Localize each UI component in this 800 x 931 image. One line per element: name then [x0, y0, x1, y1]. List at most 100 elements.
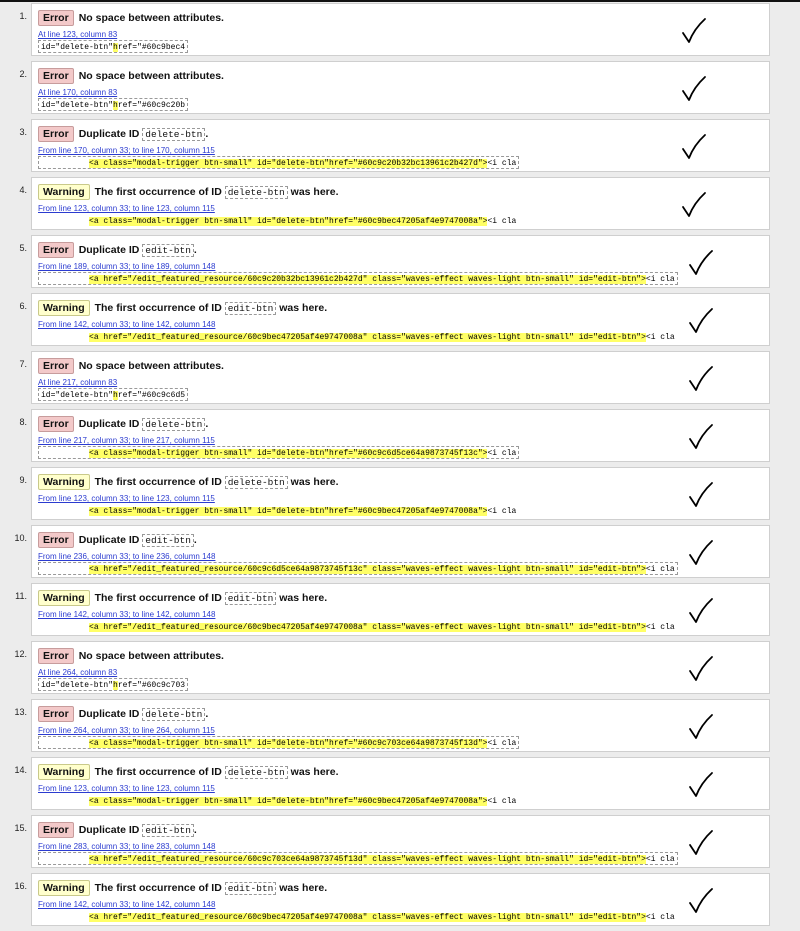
id-code-chip: delete-btn: [142, 707, 206, 721]
message-row: 6. Warning The first occurrence of ID edit…: [0, 293, 800, 351]
location-link[interactable]: From line 142, column 33; to line 142, c…: [38, 320, 215, 329]
message-prefix: Duplicate ID: [78, 244, 143, 256]
top-edge-bar: [0, 0, 800, 2]
message-card: Error Duplicate ID edit-btn. From line 189…: [31, 235, 770, 288]
message-number: 9.: [19, 475, 27, 485]
extract-text: id="delete-btn": [41, 43, 114, 52]
message-card: Error Duplicate ID delete-btn. From line 2…: [31, 409, 770, 462]
code-extract: <a href="/edit_featured_resource/60c9c20…: [38, 272, 678, 285]
extract-text: <i cla: [645, 565, 675, 574]
checkmark-icon: [688, 771, 714, 799]
extract-text: <i cla: [645, 913, 675, 922]
extract-highlight: <a class="modal-trigger btn-small" id="d…: [89, 449, 488, 458]
message-suffix: was here.: [276, 882, 328, 894]
checkmark-icon: [681, 133, 707, 161]
message-card: Warning The first occurrence of ID delete…: [31, 757, 770, 810]
message-card: Warning The first occurrence of ID edit-b…: [31, 583, 770, 636]
message-description: Duplicate ID delete-btn.: [79, 707, 208, 721]
extract-indent: [41, 623, 89, 632]
message-text: Error No space between attributes.: [38, 68, 224, 84]
extract-highlight: <a class="modal-trigger btn-small" id="d…: [89, 507, 488, 516]
message-number: 10.: [14, 533, 27, 543]
message-text: Error Duplicate ID edit-btn.: [38, 242, 197, 258]
location-link[interactable]: From line 217, column 33; to line 217, c…: [38, 436, 215, 445]
message-number: 3.: [19, 127, 27, 137]
id-code-chip: edit-btn: [224, 301, 277, 315]
message-suffix: .: [193, 824, 197, 836]
message-row: 5. Error Duplicate ID edit-btn. From line 1…: [0, 235, 800, 293]
extract-text-tail: ref="#60c9c6d5: [117, 391, 186, 400]
extract-highlight: <a href="/edit_featured_resource/60c9bec…: [89, 913, 646, 922]
message-card: Error Duplicate ID delete-btn. From line 2…: [31, 699, 770, 752]
message-row: 1. Error No space between attributes. At li…: [0, 3, 800, 61]
extract-text: <i cla: [487, 217, 517, 226]
code-extract: <a href="/edit_featured_resource/60c9bec…: [38, 620, 678, 633]
message-description: The first occurrence of ID edit-btn was …: [95, 591, 327, 605]
location-link[interactable]: From line 170, column 33; to line 170, c…: [38, 146, 215, 155]
extract-text: <i cla: [645, 623, 675, 632]
message-description: No space between attributes.: [79, 650, 224, 662]
error-badge: Error: [38, 532, 74, 548]
location-link[interactable]: At line 170, column 83: [38, 88, 117, 97]
message-text: Error Duplicate ID edit-btn.: [38, 822, 197, 838]
message-card: Error Duplicate ID edit-btn. From line 236…: [31, 525, 770, 578]
message-row: 2. Error No space between attributes. At li…: [0, 61, 800, 119]
message-number: 16.: [14, 881, 27, 891]
message-suffix: was here.: [276, 302, 328, 314]
location-link[interactable]: From line 236, column 33; to line 236, c…: [38, 552, 215, 561]
message-card: Error No space between attributes. At line…: [31, 61, 770, 114]
error-badge: Error: [38, 10, 74, 26]
message-description: The first occurrence of ID delete-btn wa…: [94, 765, 339, 779]
message-row: 12. Error No space between attributes. At l…: [0, 641, 800, 699]
message-prefix: No space between attributes.: [78, 12, 224, 24]
location-link[interactable]: From line 123, column 33; to line 123, c…: [38, 784, 215, 793]
code-extract: <a class="modal-trigger btn-small" id="d…: [38, 794, 519, 807]
location-link[interactable]: At line 217, column 83: [38, 378, 117, 387]
extract-text-tail: ref="#60c9c20b: [117, 101, 186, 110]
checkmark-icon: [688, 829, 714, 857]
extract-highlight: <a href="/edit_featured_resource/60c9c6d…: [89, 565, 646, 574]
location-link[interactable]: From line 142, column 33; to line 142, c…: [38, 610, 215, 619]
message-text: Error Duplicate ID delete-btn.: [38, 126, 208, 142]
message-text: Error Duplicate ID delete-btn.: [38, 416, 208, 432]
location-link[interactable]: At line 264, column 83: [38, 668, 117, 677]
message-number: 8.: [19, 417, 27, 427]
message-description: No space between attributes.: [79, 360, 224, 372]
message-number: 12.: [14, 649, 27, 659]
message-text: Warning The first occurrence of ID edit-b…: [38, 300, 327, 316]
location-link[interactable]: From line 189, column 33; to line 189, c…: [38, 262, 215, 271]
message-suffix: was here.: [287, 766, 339, 778]
warning-badge: Warning: [38, 300, 90, 316]
location-link[interactable]: From line 123, column 33; to line 123, c…: [38, 494, 215, 503]
extract-text-tail: ref="#60c9c703: [117, 681, 186, 690]
extract-highlight: <a class="modal-trigger btn-small" id="d…: [89, 159, 488, 168]
location-link[interactable]: From line 142, column 33; to line 142, c…: [38, 900, 215, 909]
code-extract: <a href="/edit_featured_resource/60c9c6d…: [38, 562, 678, 575]
checkmark-icon: [688, 423, 714, 451]
message-prefix: No space between attributes.: [78, 360, 224, 372]
location-link[interactable]: From line 264, column 33; to line 264, c…: [38, 726, 215, 735]
location-link[interactable]: At line 123, column 83: [38, 30, 117, 39]
message-prefix: The first occurrence of ID: [94, 766, 225, 778]
message-prefix: Duplicate ID: [78, 128, 143, 140]
error-badge: Error: [38, 242, 74, 258]
message-row: 14. Warning The first occurrence of ID del…: [0, 757, 800, 815]
warning-badge: Warning: [38, 474, 90, 490]
checkmark-icon: [688, 713, 714, 741]
message-prefix: Duplicate ID: [78, 418, 143, 430]
extract-text: id="delete-btn": [41, 681, 114, 690]
message-card: Error Duplicate ID edit-btn. From line 283…: [31, 815, 770, 868]
message-prefix: The first occurrence of ID: [94, 302, 225, 314]
location-link[interactable]: From line 283, column 33; to line 283, c…: [38, 842, 215, 851]
message-number: 5.: [19, 243, 27, 253]
location-link[interactable]: From line 123, column 33; to line 123, c…: [38, 204, 215, 213]
extract-indent: [41, 855, 89, 864]
message-card: Error No space between attributes. At line…: [31, 351, 770, 404]
checkmark-icon: [688, 887, 714, 915]
message-row: 7. Error No space between attributes. At li…: [0, 351, 800, 409]
error-badge: Error: [38, 68, 74, 84]
checkmark-icon: [688, 597, 714, 625]
checkmark-icon: [688, 249, 714, 277]
code-extract: <a class="modal-trigger btn-small" id="d…: [38, 156, 520, 169]
message-row: 15. Error Duplicate ID edit-btn. From line …: [0, 815, 800, 873]
